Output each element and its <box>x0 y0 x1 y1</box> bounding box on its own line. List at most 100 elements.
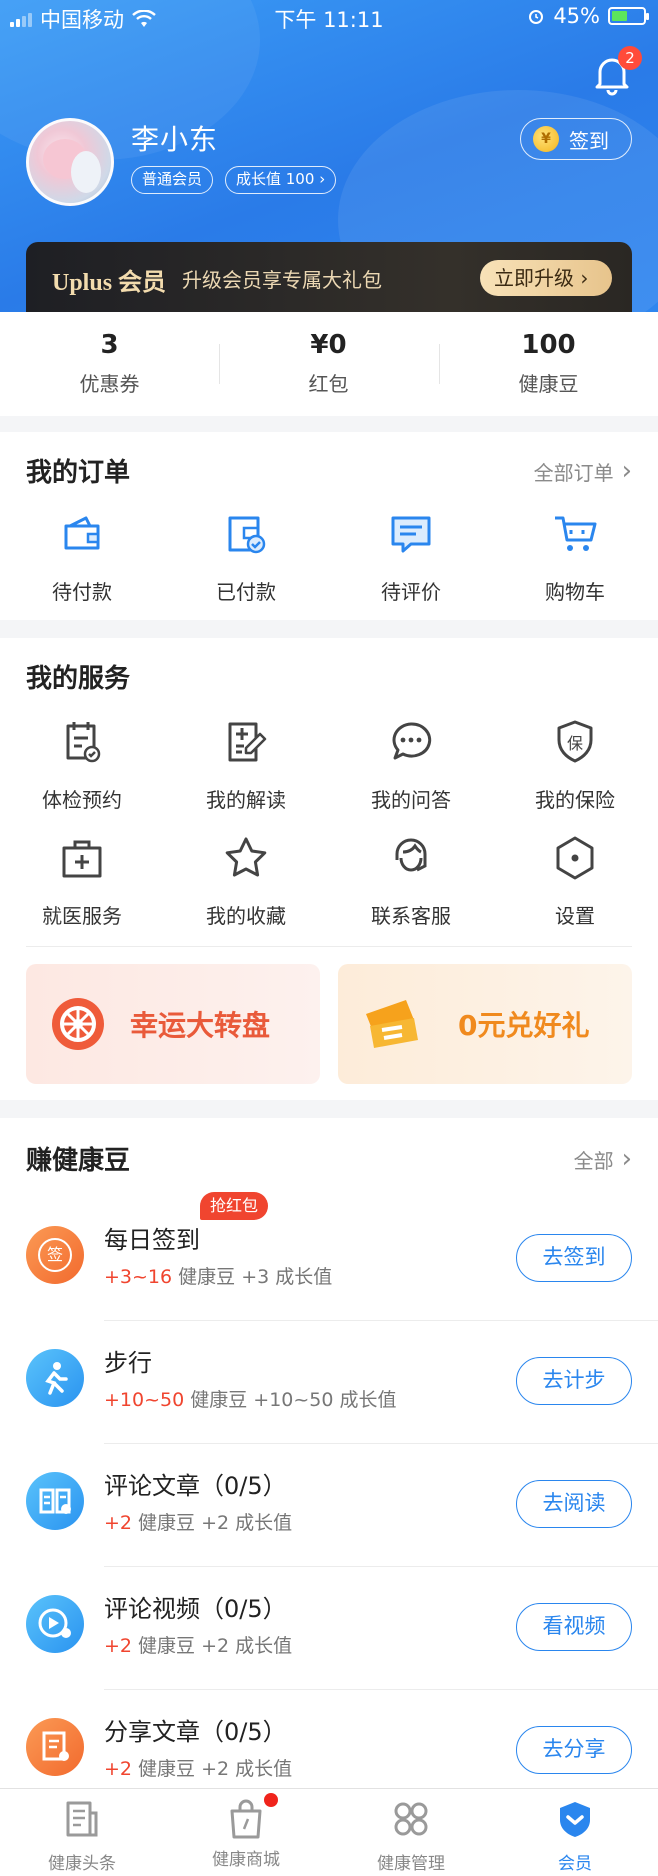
chevron-right-icon: › <box>319 170 326 188</box>
share-article-icon <box>26 1718 84 1776</box>
tab-label: 健康头条 <box>48 1854 116 1874</box>
wallet-icon <box>64 516 100 550</box>
task-name: 分享文章（0/5） <box>104 1718 287 1746</box>
task-name: 评论视频（0/5） <box>104 1595 287 1623</box>
service-label: 我的解读 <box>206 788 286 812</box>
tab-health-management[interactable]: 健康管理 <box>329 1799 493 1874</box>
orders-card: 我的订单 全部订单 › 待付款 已付款 待评价 购物车 <box>0 432 658 620</box>
go-read-button[interactable]: 去阅读 <box>516 1480 632 1528</box>
member-level-tag[interactable]: 普通会员 <box>131 166 214 194</box>
order-pending-payment[interactable]: 待付款 <box>0 510 164 605</box>
member-page: 中国移动 下午 11:11 45% 2 李小东 普通会员 成长值 100 › ¥… <box>0 0 658 1876</box>
service-my-report[interactable]: 我的解读 <box>164 718 328 813</box>
service-medical[interactable]: 就医服务 <box>0 834 164 929</box>
comment-icon <box>391 516 431 553</box>
service-label: 就医服务 <box>42 904 122 928</box>
tab-label: 健康商城 <box>212 1850 280 1870</box>
grab-red-packet-badge: 抢红包 <box>200 1192 269 1220</box>
notification-badge: 2 <box>618 46 642 70</box>
service-customer-service[interactable]: 联系客服 <box>329 834 493 929</box>
news-icon <box>66 1801 98 1837</box>
go-signin-button[interactable]: 去签到 <box>516 1234 632 1282</box>
service-label: 联系客服 <box>371 904 451 928</box>
upgrade-button[interactable]: 立即升级 › <box>480 260 612 296</box>
star-icon <box>225 837 267 877</box>
cart-icon <box>555 516 597 551</box>
all-orders-link[interactable]: 全部订单 › <box>534 456 632 486</box>
earn-beans-title: 赚健康豆 <box>26 1146 131 1176</box>
shopping-bag-icon <box>230 1799 262 1839</box>
alarm-icon <box>529 10 544 24</box>
task-walking: 步行 +10~50 健康豆 +10~50 成长值 去计步 <box>0 1321 658 1444</box>
growth-value-tag[interactable]: 成长值 100 › <box>225 166 337 194</box>
battery-percent: 45% <box>553 4 600 28</box>
coupon-count: 3 <box>100 330 119 360</box>
shopping-cart[interactable]: 购物车 <box>493 510 657 605</box>
customer-service-icon <box>395 838 427 872</box>
vip-banner[interactable]: Uplus 会员 升级会员享专属大礼包 立即升级 › <box>26 242 632 312</box>
health-bean-count: 100 <box>521 330 576 360</box>
order-item-label: 待评价 <box>381 580 441 604</box>
tab-health-news[interactable]: 健康头条 <box>0 1799 164 1874</box>
profile-header: 中国移动 下午 11:11 45% 2 李小东 普通会员 成长值 100 › ¥… <box>0 0 658 312</box>
task-name: 评论文章（0/5） <box>104 1472 287 1500</box>
task-reward: +2 健康豆 +2 成长值 <box>104 1758 293 1780</box>
notification-bell-button[interactable]: 2 <box>592 46 642 96</box>
coupon-stat[interactable]: 3 优惠券 <box>0 330 219 397</box>
health-bean-label: 健康豆 <box>518 372 579 396</box>
go-share-button[interactable]: 去分享 <box>516 1726 632 1774</box>
tab-health-mall[interactable]: 健康商城 <box>164 1793 328 1870</box>
watch-video-button[interactable]: 看视频 <box>516 1603 632 1651</box>
red-packet-stat[interactable]: ¥0 红包 <box>219 330 438 397</box>
new-indicator-dot <box>264 1793 278 1807</box>
go-step-count-button[interactable]: 去计步 <box>516 1357 632 1405</box>
service-settings[interactable]: 设置 <box>493 834 657 929</box>
task-reward: +10~50 健康豆 +10~50 成长值 <box>104 1389 397 1411</box>
free-gift-title: 0元兑好礼 <box>458 1009 590 1042</box>
service-my-qa[interactable]: 我的问答 <box>329 718 493 813</box>
grid-apps-icon <box>394 1802 428 1836</box>
order-paid[interactable]: 已付款 <box>164 510 328 605</box>
services-title: 我的服务 <box>26 664 131 694</box>
health-bean-stat[interactable]: 100 健康豆 <box>439 330 658 397</box>
walking-icon <box>26 1349 84 1407</box>
free-gift-banner[interactable]: 0元兑好礼 <box>338 964 632 1084</box>
earn-all-label: 全部 <box>573 1148 614 1173</box>
lucky-wheel-banner[interactable]: 幸运大转盘 <box>26 964 320 1084</box>
avatar[interactable] <box>26 118 114 206</box>
earn-beans-card: 赚健康豆 全部 › 签 每日签到 抢红包 +3~16 健康豆 +3 成长值 去签到… <box>0 1118 658 1788</box>
vip-brand: Uplus 会员 <box>52 270 167 296</box>
service-my-insurance[interactable]: 保 我的保险 <box>493 718 657 813</box>
service-label: 设置 <box>555 904 595 928</box>
order-item-label: 购物车 <box>545 580 605 604</box>
bottom-tab-bar: 健康头条 健康商城 健康管理 会员 <box>0 1788 658 1876</box>
chevron-right-icon: › <box>580 266 589 290</box>
signin-button[interactable]: ¥ 签到 <box>520 118 632 160</box>
user-name: 李小东 <box>131 123 219 156</box>
tab-member[interactable]: 会员 <box>493 1799 657 1874</box>
service-label: 我的问答 <box>371 788 451 812</box>
task-daily-signin: 签 每日签到 抢红包 +3~16 健康豆 +3 成长值 去签到 <box>0 1192 658 1321</box>
chevron-right-icon: › <box>621 456 632 486</box>
lucky-wheel-icon <box>52 998 104 1050</box>
article-icon <box>26 1472 84 1530</box>
tab-label: 会员 <box>558 1854 592 1874</box>
service-checkup-booking[interactable]: 体检预约 <box>0 718 164 813</box>
task-name: 每日签到 <box>104 1226 200 1254</box>
service-label: 我的保险 <box>535 788 615 812</box>
signin-label: 签到 <box>569 128 609 153</box>
coupon-ticket-icon <box>366 1000 418 1048</box>
insurance-shield-icon: 保 <box>557 720 593 763</box>
tab-label: 健康管理 <box>377 1854 445 1874</box>
daily-signin-icon: 签 <box>26 1226 84 1284</box>
order-item-label: 待付款 <box>52 580 112 604</box>
coin-icon: ¥ <box>533 126 559 152</box>
member-icon <box>560 1802 590 1837</box>
service-favorites[interactable]: 我的收藏 <box>164 834 328 929</box>
task-reward: +2 健康豆 +2 成长值 <box>104 1512 293 1534</box>
task-comment-article: 评论文章（0/5） +2 健康豆 +2 成长值 去阅读 <box>0 1444 658 1567</box>
task-reward: +3~16 健康豆 +3 成长值 <box>104 1266 333 1288</box>
growth-value-label: 成长值 100 <box>236 170 315 188</box>
order-to-review[interactable]: 待评价 <box>329 510 493 605</box>
earn-all-link[interactable]: 全部 › <box>574 1144 632 1174</box>
